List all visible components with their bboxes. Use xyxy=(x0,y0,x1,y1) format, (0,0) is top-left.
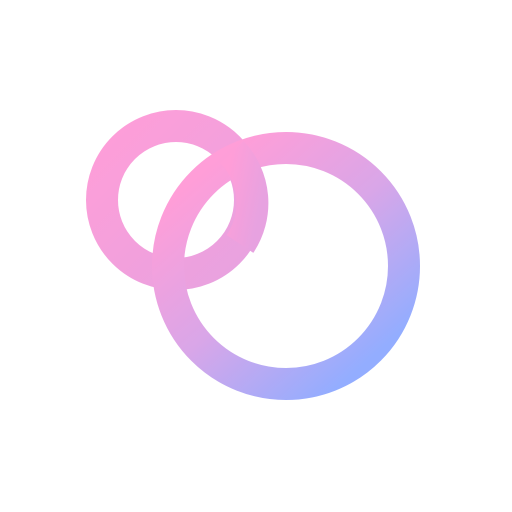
interlocking-rings-logo-icon xyxy=(86,110,420,400)
app-icon-canvas xyxy=(0,0,512,512)
